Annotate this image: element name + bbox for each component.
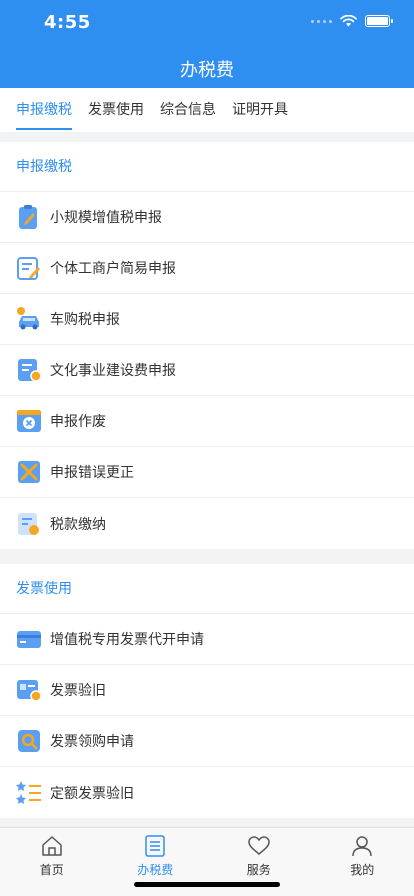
status-bar: 4:55 (0, 0, 414, 44)
tax-payment-icon (18, 512, 39, 535)
document-coin-icon (18, 359, 42, 382)
list-icon (145, 835, 165, 857)
list-item-declare-void[interactable]: 申报作废 (0, 396, 414, 447)
user-icon (352, 836, 372, 857)
item-label: 税款缴纳 (50, 516, 106, 533)
wifi-icon (340, 15, 357, 27)
item-label: 申报作废 (50, 414, 106, 430)
item-label: 个体工商户简易申报 (50, 261, 176, 277)
nav-mine[interactable]: 我的 (311, 828, 414, 896)
list-item-culture-fee[interactable]: 文化事业建设费申报 (0, 345, 414, 396)
car-icon (17, 307, 39, 330)
list-item-vat-invoice-apply[interactable]: 增值税专用发票代开申请 (0, 614, 414, 665)
item-label: 申报错误更正 (50, 465, 134, 481)
tab-certificate[interactable]: 证明开具 (232, 88, 288, 132)
section-title: 发票使用 (0, 564, 414, 614)
home-indicator (134, 882, 280, 887)
item-label: 小规模增值税申报 (50, 210, 162, 226)
item-label: 定额发票验旧 (50, 785, 134, 802)
invoice-search-icon (18, 730, 40, 752)
list-item-individual-declare[interactable]: 个体工商户简易申报 (0, 243, 414, 294)
tab-declare-pay[interactable]: 申报缴税 (16, 88, 72, 132)
home-icon (42, 836, 62, 856)
tab-bar: 申报缴税 发票使用 综合信息 证明开具 (0, 88, 414, 132)
list-item-invoice-purchase[interactable]: 发票领购申请 (0, 716, 414, 767)
section-declare-pay: 申报缴税 小规模增值税申报 个体工商户简易申报 车购税申报 文化事业建设费申报 … (0, 142, 414, 549)
battery-icon (365, 15, 393, 27)
nav-label: 办税费 (137, 863, 174, 877)
app-header: 4:55 办税费 (0, 0, 414, 88)
signal-icon (311, 19, 332, 23)
item-label: 增值税专用发票代开申请 (50, 632, 204, 648)
section-title: 申报缴税 (0, 142, 414, 192)
list-item-fixed-invoice-verify[interactable]: 定额发票验旧 (0, 767, 414, 818)
list-item-tax-payment[interactable]: 税款缴纳 (0, 498, 414, 549)
item-label: 发票领购申请 (50, 734, 134, 750)
cancel-window-icon (17, 410, 41, 432)
page-title: 办税费 (180, 60, 234, 81)
invoice-verify-icon (17, 680, 42, 702)
star-list-icon (16, 780, 41, 804)
list-item-small-vat-declare[interactable]: 小规模增值税申报 (0, 192, 414, 243)
item-label: 发票验旧 (50, 683, 106, 699)
cross-correct-icon (18, 461, 40, 483)
list-item-vehicle-tax[interactable]: 车购税申报 (0, 294, 414, 345)
heart-icon (247, 836, 270, 855)
nav-label: 首页 (39, 863, 64, 877)
list-item-declare-correct[interactable]: 申报错误更正 (0, 447, 414, 498)
list-item-invoice-verify[interactable]: 发票验旧 (0, 665, 414, 716)
card-icon (17, 631, 41, 648)
clipboard-pen-icon (19, 205, 37, 229)
item-label: 文化事业建设费申报 (50, 363, 176, 379)
nav-home[interactable]: 首页 (0, 828, 104, 896)
status-icons (311, 15, 393, 27)
status-time: 4:55 (44, 12, 91, 33)
section-invoice-use: 发票使用 增值税专用发票代开申请 发票验旧 发票领购申请 定额发票验旧 (0, 564, 414, 818)
tab-invoice-use[interactable]: 发票使用 (88, 88, 144, 132)
form-edit-icon (17, 257, 40, 280)
nav-label: 我的 (350, 863, 375, 877)
item-label: 车购税申报 (50, 312, 120, 328)
tab-general-info[interactable]: 综合信息 (160, 88, 216, 132)
nav-label: 服务 (246, 863, 271, 877)
